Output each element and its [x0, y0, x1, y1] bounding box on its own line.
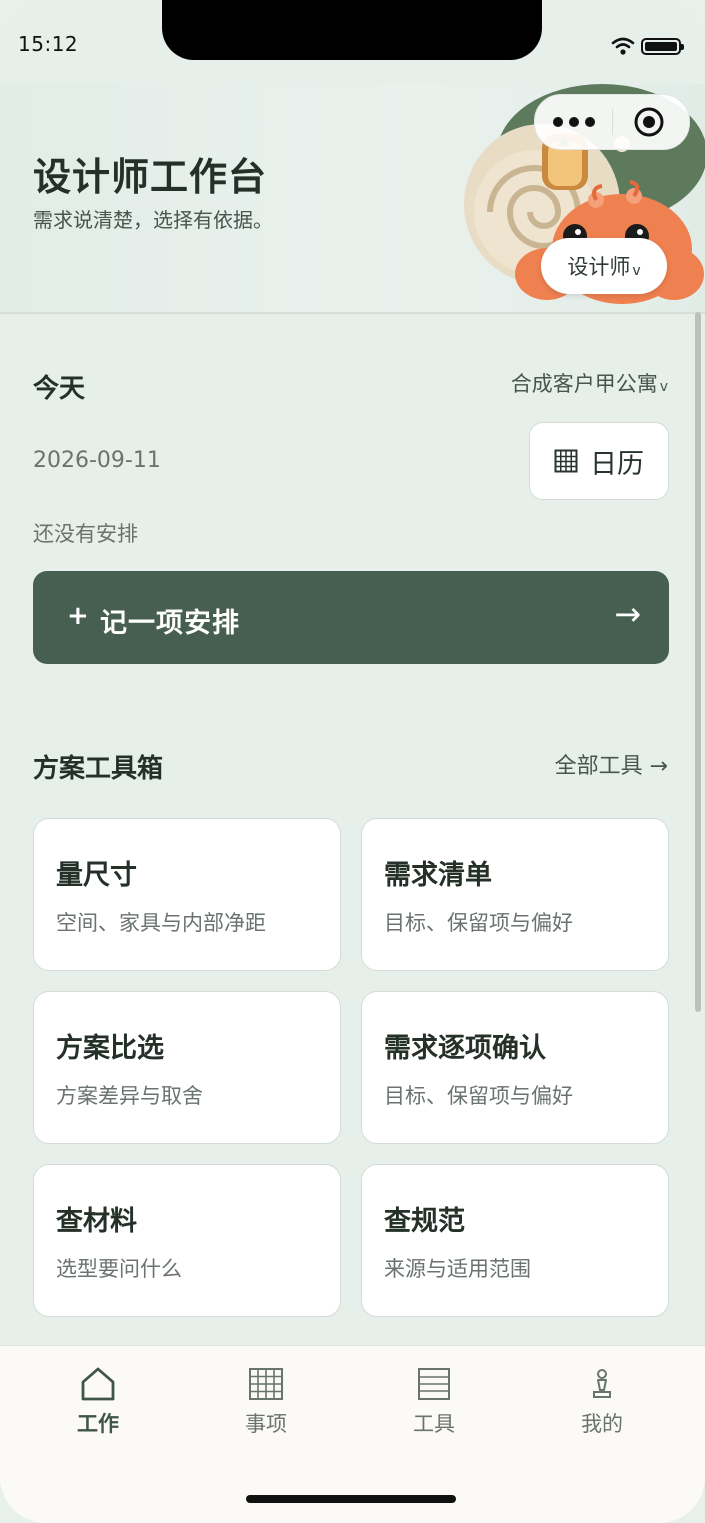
plus-icon: +: [67, 601, 89, 631]
calendar-button[interactable]: 日历: [529, 422, 669, 500]
empty-schedule-hint: 还没有安排: [33, 522, 138, 546]
tool-card-desc: 空间、家具与内部净距: [56, 911, 266, 935]
close-target-icon[interactable]: [633, 106, 665, 138]
tab-label: 工具: [413, 1412, 455, 1436]
header: 设计师工作台 需求说清楚，选择有依据。 设计师 v: [0, 84, 705, 314]
tool-card-desc: 目标、保留项与偏好: [384, 1084, 573, 1108]
tool-card-title: 查规范: [384, 1206, 465, 1237]
toolbox-title: 方案工具箱: [33, 754, 164, 784]
capsule-divider: [612, 109, 613, 135]
status-icons: [611, 34, 691, 60]
wifi-icon: [611, 37, 635, 55]
phone-screen: 15:12 设计师工作台 需求说清楚，选择有依据。 设计师 v 今天 合成客户甲…: [0, 0, 705, 1523]
more-icon[interactable]: [549, 109, 599, 135]
tool-card-desc: 方案差异与取舍: [56, 1084, 203, 1108]
tool-card-requirements[interactable]: 需求清单 目标、保留项与偏好: [361, 818, 669, 971]
page-title: 设计师工作台: [33, 155, 268, 199]
tab-mine[interactable]: 我的: [542, 1366, 662, 1446]
list-icon: [418, 1368, 450, 1400]
chevron-down-icon: v: [659, 379, 668, 395]
tool-card-title: 量尺寸: [56, 860, 137, 891]
tab-work[interactable]: 工作: [38, 1366, 158, 1446]
tab-tools[interactable]: 工具: [374, 1366, 494, 1446]
calendar-label: 日历: [590, 448, 644, 480]
role-label: 设计师: [567, 255, 631, 279]
tab-label: 我的: [581, 1412, 623, 1436]
tool-card-desc: 来源与适用范围: [384, 1257, 531, 1281]
tab-label: 事项: [245, 1412, 287, 1436]
all-tools-link[interactable]: 全部工具 →: [555, 748, 668, 780]
home-icon: [81, 1367, 115, 1401]
pawn-icon: [593, 1369, 611, 1398]
tool-card-measure[interactable]: 量尺寸 空间、家具与内部净距: [33, 818, 341, 971]
notch: [162, 0, 542, 60]
arrow-right-icon: →: [614, 595, 641, 633]
tool-card-confirm[interactable]: 需求逐项确认 目标、保留项与偏好: [361, 991, 669, 1144]
calendar-icon: [554, 449, 578, 473]
role-switch-button[interactable]: 设计师 v: [541, 238, 667, 294]
add-arrangement-label: 记一项安排: [100, 608, 240, 639]
tool-card-title: 需求逐项确认: [384, 1033, 546, 1064]
tab-bar: 工作 事项 工具 我的: [0, 1345, 705, 1523]
tool-card-materials[interactable]: 查材料 选型要问什么: [33, 1164, 341, 1317]
add-arrangement-button[interactable]: + 记一项安排 →: [33, 571, 669, 664]
tab-label: 工作: [77, 1412, 119, 1436]
tool-card-title: 方案比选: [56, 1033, 164, 1064]
today-date: 2026-09-11: [33, 448, 161, 473]
home-indicator: [246, 1495, 456, 1503]
battery-icon: [641, 38, 684, 55]
tool-card-desc: 选型要问什么: [56, 1257, 182, 1281]
chevron-down-icon: v: [632, 263, 641, 279]
page-subtitle: 需求说清楚，选择有依据。: [33, 208, 273, 232]
tab-items[interactable]: 事项: [206, 1366, 326, 1446]
tool-card-title: 需求清单: [384, 860, 492, 891]
status-bar: 15:12: [0, 0, 705, 84]
grid-icon: [249, 1368, 283, 1400]
miniprogram-capsule: [534, 94, 690, 150]
today-title: 今天: [33, 374, 86, 404]
tool-card-compare[interactable]: 方案比选 方案差异与取舍: [33, 991, 341, 1144]
scrollbar[interactable]: [695, 312, 701, 1012]
client-label: 合成客户甲公寓: [510, 372, 658, 396]
tool-card-standards[interactable]: 查规范 来源与适用范围: [361, 1164, 669, 1317]
tool-card-title: 查材料: [56, 1206, 137, 1237]
status-time: 15:12: [18, 32, 79, 56]
tool-card-desc: 目标、保留项与偏好: [384, 911, 573, 935]
client-select[interactable]: 合成客户甲公寓 v: [511, 368, 668, 398]
